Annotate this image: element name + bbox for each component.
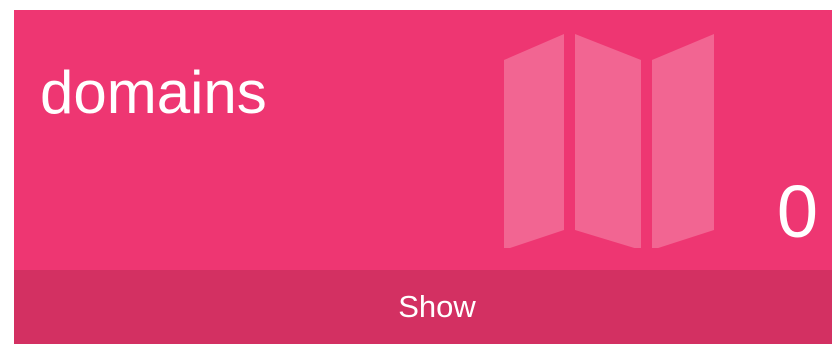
show-button[interactable]: Show: [14, 270, 832, 344]
card-body: domains 0: [14, 10, 832, 270]
domains-stat-card: domains 0 Show: [14, 10, 832, 344]
show-button-label: Show: [398, 289, 476, 324]
card-title: domains: [40, 59, 267, 126]
domain-count: 0: [776, 170, 818, 253]
map-icon: [504, 34, 714, 248]
